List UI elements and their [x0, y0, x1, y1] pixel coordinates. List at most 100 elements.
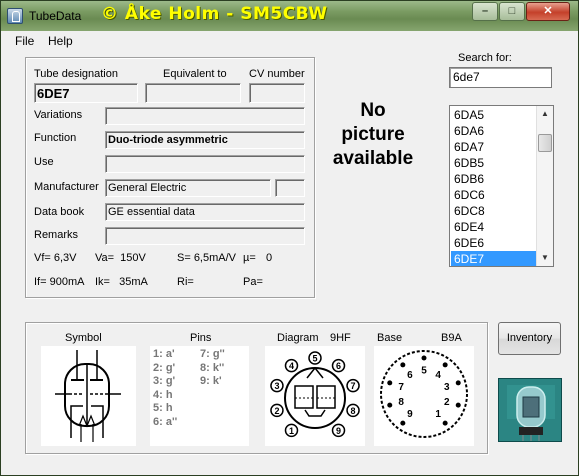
pin-hole — [455, 380, 461, 386]
no-picture-line1: No — [360, 100, 386, 121]
pins-box: 1: a' 2: g' 3: g' 4: h 5: h 6: a'' 7: g'… — [150, 346, 249, 446]
pin-number: 2 — [274, 406, 279, 416]
s-value: S= 6,5mA/V — [177, 252, 237, 264]
list-item[interactable]: 6DC6 — [451, 187, 537, 203]
list-item[interactable]: 6DC8 — [451, 203, 537, 219]
scroll-up-button[interactable]: ▲ — [537, 106, 553, 122]
pin-number: 7 — [398, 382, 404, 393]
cv-number-label: CV number — [249, 68, 305, 80]
base-label: Base — [377, 332, 403, 344]
symbol-label: Symbol — [65, 332, 102, 344]
pin-number: 8 — [351, 406, 356, 416]
designation-label: Tube designation — [34, 68, 118, 80]
menu-help[interactable]: Help — [48, 34, 73, 48]
diagram-label: Diagram — [277, 332, 319, 344]
vacuum-tube-picture — [499, 379, 561, 441]
vf-value: Vf= 6,3V — [34, 252, 77, 264]
pin-number: 2 — [444, 397, 450, 408]
pin-number: 5 — [312, 354, 317, 364]
pin-hole — [442, 420, 448, 426]
pin-hole — [400, 420, 406, 426]
list-item[interactable]: 6DA5 — [451, 107, 537, 123]
va-value: Va= 150V — [95, 252, 146, 264]
use-field[interactable] — [105, 155, 305, 173]
pa-value: Pa= — [243, 276, 263, 288]
list-item[interactable]: 6DE4 — [451, 219, 537, 235]
list-item[interactable]: 6DA6 — [451, 123, 537, 139]
designation-field[interactable]: 6DE7 — [34, 83, 138, 103]
equivalent-field[interactable] — [145, 83, 241, 103]
pins-label: Pins — [190, 332, 212, 344]
pin-number: 9 — [336, 426, 341, 436]
cv-number-field[interactable] — [249, 83, 305, 103]
use-label: Use — [34, 156, 54, 168]
no-picture-line2: picture — [341, 124, 405, 145]
pin-number: 8 — [398, 397, 404, 408]
list-item[interactable]: 6DB6 — [451, 171, 537, 187]
pin-number: 7 — [351, 381, 356, 391]
manufacturer-label: Manufacturer — [34, 181, 99, 193]
scroll-down-button[interactable]: ▼ — [537, 250, 553, 266]
author-brand: © Åke Holm - SM5CBW — [101, 4, 328, 24]
pins-list-right: 7: g'' 8: k'' 9: k' — [200, 348, 225, 388]
variations-label: Variations — [34, 109, 83, 121]
list-item[interactable]: 6DE6 — [451, 235, 537, 251]
diagram-code: 9HF — [330, 332, 351, 344]
if-value: If= 900mA — [34, 276, 85, 288]
pin-diagram-icon: 12 34 5 67 89 — [270, 351, 360, 438]
inventory-button[interactable]: Inventory — [498, 322, 561, 355]
pin-number: 9 — [407, 409, 413, 420]
title-bar[interactable]: TubeData © Åke Holm - SM5CBW – □ ✕ — [1, 1, 578, 31]
manufacturer-field[interactable]: General Electric — [105, 179, 271, 197]
pin-hole — [400, 362, 406, 368]
list-item[interactable]: 6DE7 — [451, 251, 537, 266]
menu-file[interactable]: File — [15, 34, 34, 48]
pin-number: 4 — [289, 361, 294, 371]
search-input[interactable]: 6de7 — [449, 67, 552, 88]
pin-hole — [455, 402, 461, 408]
diagram-box: 12 34 5 67 89 — [265, 346, 365, 446]
pin-number: 6 — [407, 370, 413, 381]
databook-field[interactable]: GE essential data — [105, 203, 305, 221]
pin-number: 3 — [444, 382, 450, 393]
list-item[interactable]: 6DA7 — [451, 139, 537, 155]
tube-listbox[interactable]: 6DA5 6DA6 6DA7 6DB5 6DB6 6DC6 6DC8 6DE4 6DE6 6DE7… — [449, 105, 554, 267]
app-window: TubeData © Åke Holm - SM5CBW – □ ✕ File … — [0, 0, 579, 476]
base-code: B9A — [441, 332, 462, 344]
ik-value: Ik= 35mA — [95, 276, 148, 288]
symbol-box — [41, 346, 136, 446]
close-button[interactable]: ✕ — [526, 2, 570, 21]
equivalent-label: Equivalent to — [163, 68, 227, 80]
maximize-button[interactable]: □ — [499, 2, 525, 21]
remarks-label: Remarks — [34, 229, 79, 241]
search-label: Search for: — [458, 52, 512, 64]
base-view-icon: 12 34567 89 — [380, 350, 468, 438]
function-field[interactable]: Duo-triode asymmetric — [105, 131, 305, 149]
mu-label: µ= — [243, 252, 256, 264]
scroll-thumb[interactable] — [538, 134, 552, 152]
pin-hole — [442, 362, 448, 368]
pin-hole — [421, 355, 427, 361]
manufacturer-extra-field[interactable] — [275, 179, 305, 197]
menu-bar: File Help — [1, 32, 578, 50]
base-box: 12 34567 89 — [374, 346, 474, 446]
variations-field[interactable] — [105, 107, 305, 125]
pin-number: 1 — [289, 426, 294, 436]
pins-list-left: 1: a' 2: g' 3: g' 4: h 5: h 6: a'' — [153, 348, 178, 428]
no-picture-message: No picture available — [319, 99, 427, 171]
list-item[interactable]: 6DB5 — [451, 155, 537, 171]
tube-app-icon[interactable] — [7, 8, 23, 24]
tube-symbol-icon — [55, 350, 121, 442]
pin-hole — [387, 380, 393, 386]
pin-number: 3 — [274, 381, 279, 391]
tube-logo-icon[interactable] — [498, 378, 562, 442]
databook-label: Data book — [34, 206, 85, 218]
function-label: Function — [34, 132, 77, 144]
no-picture-line3: available — [332, 148, 414, 169]
remarks-field[interactable] — [105, 227, 305, 245]
minimize-button[interactable]: – — [472, 2, 498, 21]
pin-hole — [387, 402, 393, 408]
list-scrollbar[interactable]: ▲ ▼ — [536, 106, 553, 266]
pin-number: 5 — [421, 366, 427, 377]
mu-value: 0 — [266, 252, 273, 264]
